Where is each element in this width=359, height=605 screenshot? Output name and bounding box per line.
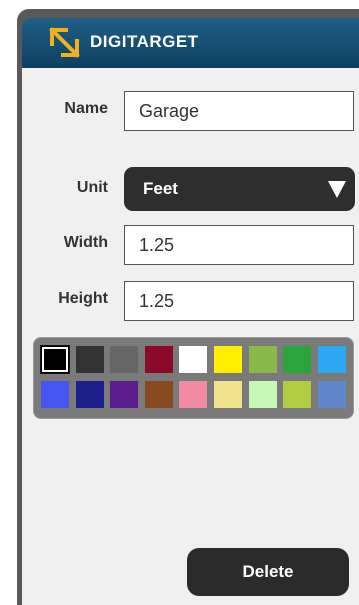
color-swatch[interactable] [144,381,173,408]
name-label: Name [64,100,108,117]
color-swatch[interactable] [179,381,208,408]
color-swatch[interactable] [248,346,277,373]
color-swatch[interactable] [75,346,104,373]
panel-title: DIGITARGET [90,32,199,51]
width-label: Width [63,234,108,251]
color-swatch[interactable] [248,381,277,408]
color-palette [33,337,354,419]
color-swatch[interactable] [283,381,312,408]
color-swatch[interactable] [214,381,242,408]
color-swatch[interactable] [317,346,346,373]
color-swatch[interactable] [110,381,139,408]
delete-button[interactable]: Delete [187,548,349,596]
panel-header: DIGITARGET [22,18,359,68]
color-swatch[interactable] [144,346,173,373]
name-field[interactable]: Garage [124,91,354,131]
height-field[interactable]: 1.25 [124,281,354,321]
width-field[interactable]: 1.25 [124,225,354,265]
color-swatch[interactable] [283,346,312,373]
triangle-down-icon [328,181,346,198]
unit-label: Unit [76,179,108,196]
color-swatch[interactable] [317,381,346,408]
unit-select-value: Feet [143,179,178,198]
resize-arrow-icon [49,27,80,58]
color-swatch[interactable] [214,346,242,373]
height-label: Height [58,290,108,307]
color-swatch[interactable] [41,346,69,373]
color-swatch[interactable] [179,346,208,373]
unit-select[interactable]: Feet [124,167,355,211]
color-swatch[interactable] [110,346,139,373]
color-swatch[interactable] [75,381,104,408]
color-swatch[interactable] [41,381,69,408]
